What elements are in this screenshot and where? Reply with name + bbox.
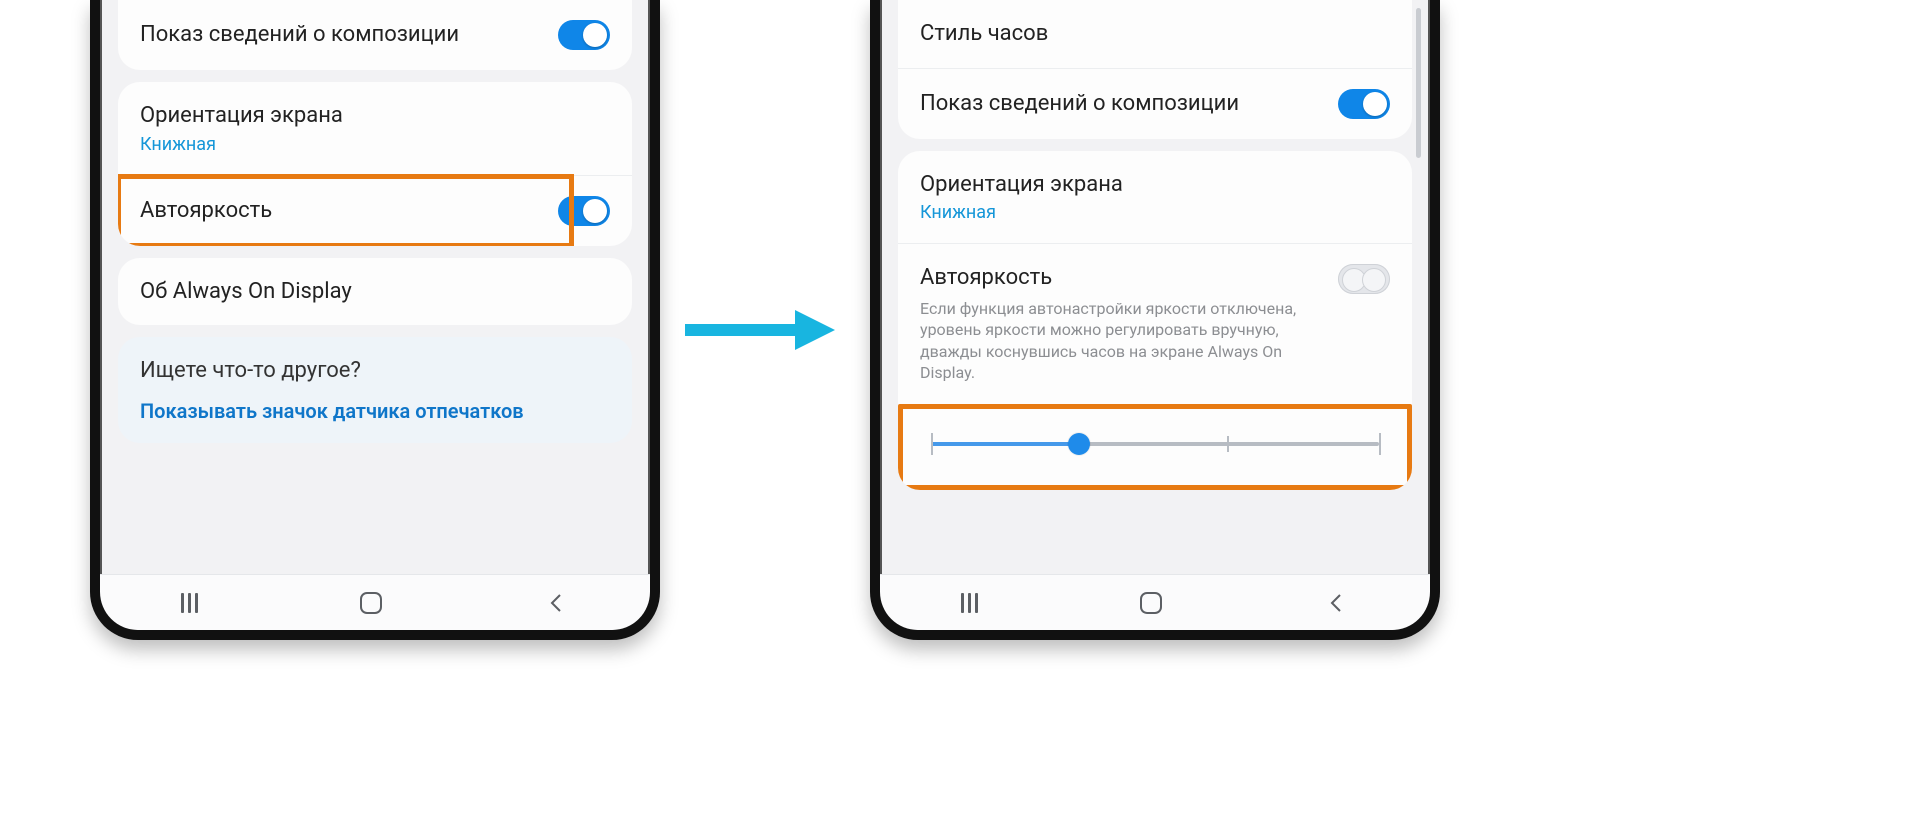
row-auto-brightness[interactable]: Автояркость: [118, 175, 632, 246]
about-aod-title: Об Always On Display: [140, 278, 610, 306]
navigation-bar: [880, 574, 1430, 630]
back-button[interactable]: [1325, 591, 1349, 615]
media-info-toggle[interactable]: [1338, 89, 1390, 119]
scrollbar[interactable]: [1416, 8, 1421, 158]
media-info-title: Показ сведений о композиции: [920, 90, 1338, 118]
slider-tick-end: [1379, 433, 1381, 455]
looking-title: Ищете что-то другое?: [140, 357, 361, 385]
row-media-info[interactable]: Показ сведений о композиции: [898, 68, 1412, 139]
card-looking-for: Ищете что-то другое? Показывать значок д…: [118, 337, 632, 443]
clock-style-title: Стиль часов: [920, 20, 1390, 48]
orientation-title: Ориентация экрана: [140, 102, 610, 130]
brightness-slider-highlight: [898, 404, 1412, 490]
row-orientation[interactable]: Ориентация экрана Книжная: [898, 151, 1412, 244]
row-clock-style[interactable]: Стиль часов: [898, 0, 1412, 68]
phone-before: Показ сведений о композиции Ориентация э…: [90, 0, 660, 640]
card-clock-media: Стиль часов Показ сведений о композиции: [898, 0, 1412, 139]
card-display-group: Ориентация экрана Книжная Автояркость Ес…: [898, 151, 1412, 490]
orientation-title: Ориентация экрана: [920, 171, 1390, 199]
navigation-bar: [100, 574, 650, 630]
media-info-title: Показ сведений о композиции: [140, 21, 558, 49]
slider-thumb[interactable]: [1068, 433, 1090, 455]
orientation-value: Книжная: [920, 202, 1390, 223]
slider-tick-mid: [1227, 436, 1229, 452]
auto-brightness-title: Автояркость: [140, 197, 558, 225]
back-button[interactable]: [545, 591, 569, 615]
recents-button[interactable]: [961, 593, 978, 613]
auto-brightness-toggle[interactable]: [1338, 264, 1390, 294]
media-info-toggle[interactable]: [558, 20, 610, 50]
card-about-aod: Об Always On Display: [118, 258, 632, 326]
home-button[interactable]: [360, 592, 382, 614]
row-media-info[interactable]: Показ сведений о композиции: [118, 0, 632, 70]
slider-tick-start: [931, 433, 933, 455]
orientation-value: Книжная: [140, 134, 610, 155]
fingerprint-icon-link[interactable]: Показывать значок датчика отпечатков: [140, 399, 524, 423]
slider-fill: [931, 442, 1079, 446]
phone-after: Стиль часов Показ сведений о композиции …: [870, 0, 1440, 640]
auto-brightness-desc: Если функция автонастройки яркости отклю…: [920, 298, 1310, 384]
card-display-group: Ориентация экрана Книжная Автояркость: [118, 82, 632, 246]
auto-brightness-toggle[interactable]: [558, 196, 610, 226]
row-auto-brightness[interactable]: Автояркость Если функция автонастройки я…: [898, 243, 1412, 404]
brightness-slider[interactable]: [921, 423, 1389, 465]
auto-brightness-title: Автояркость: [920, 264, 1338, 292]
row-about-aod[interactable]: Об Always On Display: [118, 258, 632, 326]
recents-button[interactable]: [181, 593, 198, 613]
arrow-right-icon: [685, 310, 835, 350]
row-orientation[interactable]: Ориентация экрана Книжная: [118, 82, 632, 175]
card-media-info: Показ сведений о композиции: [118, 0, 632, 70]
home-button[interactable]: [1140, 592, 1162, 614]
